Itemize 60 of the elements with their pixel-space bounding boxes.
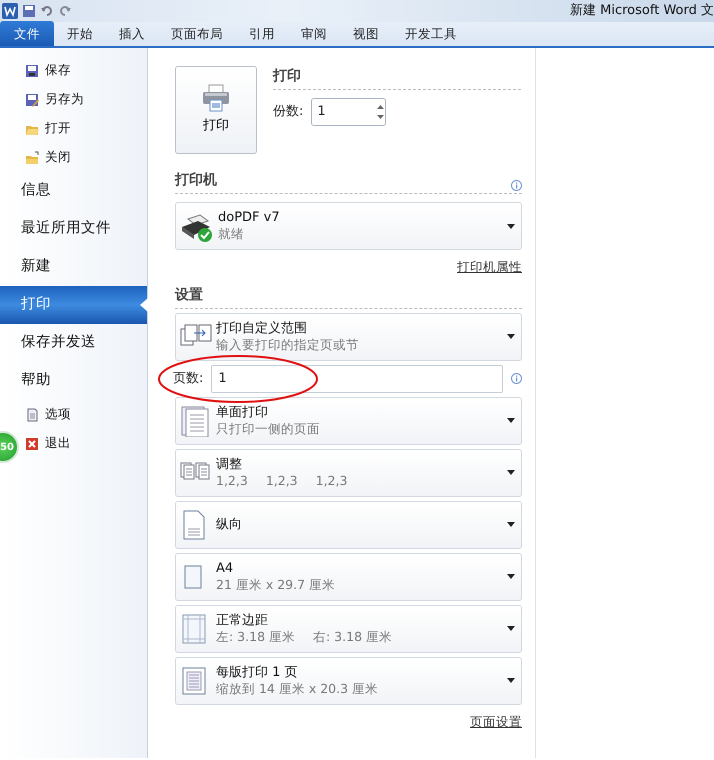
ribbon-tab[interactable]: 审阅 bbox=[288, 21, 340, 46]
sidebar-item[interactable]: 退出 bbox=[25, 429, 71, 458]
printer-icon bbox=[201, 84, 231, 112]
ribbon-tab[interactable]: 视图 bbox=[340, 21, 392, 46]
printer-properties-link[interactable]: 打印机属性 bbox=[457, 258, 522, 277]
ribbon-tab[interactable]: 开始 bbox=[54, 21, 106, 46]
sidebar-item[interactable]: 新建 bbox=[0, 248, 147, 286]
dropdown-caret-icon bbox=[507, 522, 515, 528]
sidebar-item[interactable]: 帮助 bbox=[0, 362, 147, 400]
ribbon-tab[interactable]: 引用 bbox=[236, 21, 288, 46]
sidebar-item[interactable]: 关闭 bbox=[25, 143, 71, 172]
page-setup-link[interactable]: 页面设置 bbox=[470, 712, 522, 732]
close-icon bbox=[25, 436, 39, 450]
save-icon bbox=[25, 64, 39, 78]
save-as-icon bbox=[25, 92, 39, 106]
field-label: 份数: bbox=[273, 103, 304, 122]
printer-dropdown[interactable]: doPDF v7 就绪 bbox=[175, 202, 522, 250]
sidebar-item[interactable]: 最近所用文件 bbox=[0, 210, 147, 248]
settings-dropdown[interactable]: 每版打印 1 页 缩放到 14 厘米 x 20.3 厘米 bbox=[175, 656, 522, 705]
save-icon[interactable] bbox=[22, 4, 36, 18]
dropdown-caret-icon bbox=[507, 470, 515, 476]
section-heading: 打印机 bbox=[175, 171, 217, 190]
dropdown-caret-icon bbox=[507, 418, 515, 424]
ribbon-tab[interactable]: 开发工具 bbox=[392, 21, 470, 46]
settings-dropdown[interactable]: A4 21 厘米 x 29.7 厘米 bbox=[175, 552, 522, 601]
folder-icon bbox=[25, 150, 39, 164]
redo-icon[interactable] bbox=[58, 4, 72, 18]
settings-dropdown[interactable]: 单面打印 只打印一侧的页面 bbox=[175, 396, 522, 445]
pages-field[interactable]: 1 bbox=[211, 364, 503, 393]
word-logo-icon bbox=[2, 3, 18, 19]
ribbon-tab[interactable]: 插入 bbox=[106, 21, 158, 46]
dropdown-caret-icon bbox=[507, 626, 515, 632]
dropdown-caret-icon bbox=[507, 678, 515, 684]
settings-dropdown[interactable]: 正常边距 左: 3.18 厘米 右: 3.18 厘米 bbox=[175, 604, 522, 653]
settings-dropdown[interactable]: 调整 1,2,3 1,2,3 1,2,3 bbox=[175, 448, 522, 497]
dropdown-caret-icon bbox=[507, 224, 515, 228]
window-title: 新建 Microsoft Word 文 bbox=[570, 2, 714, 20]
info-icon bbox=[511, 373, 522, 384]
ribbon-tab[interactable]: 页面布局 bbox=[158, 21, 236, 46]
dropdown-caret-icon bbox=[507, 574, 515, 580]
settings-dropdown[interactable]: 打印自定义范围 输入要打印的指定页或节 bbox=[175, 312, 522, 361]
section-heading: 打印 bbox=[273, 66, 521, 90]
sidebar-item[interactable]: 打印 bbox=[0, 286, 147, 324]
sidebar-item[interactable]: 保存并发送 bbox=[0, 324, 147, 362]
sidebar-item[interactable]: 另存为 bbox=[25, 85, 84, 114]
document-icon bbox=[25, 408, 39, 422]
info-icon bbox=[511, 180, 522, 191]
spinner-arrows-icon[interactable] bbox=[376, 103, 386, 121]
copies-spinner[interactable]: 1 bbox=[311, 98, 386, 126]
ribbon-tab[interactable]: 文件 bbox=[0, 21, 54, 46]
sidebar-item[interactable]: 选项 bbox=[25, 400, 71, 429]
undo-icon[interactable] bbox=[40, 4, 54, 18]
dropdown-caret-icon bbox=[507, 334, 515, 340]
sidebar-item[interactable]: 信息 bbox=[0, 172, 147, 210]
print-button[interactable]: 打印 bbox=[175, 66, 257, 154]
sidebar-item[interactable]: 保存 bbox=[25, 56, 71, 85]
settings-dropdown[interactable]: 纵向 bbox=[175, 500, 522, 549]
sidebar-item[interactable]: 打开 bbox=[25, 114, 71, 143]
section-heading: 设置 bbox=[175, 284, 522, 309]
field-label: 页数: bbox=[173, 370, 204, 388]
